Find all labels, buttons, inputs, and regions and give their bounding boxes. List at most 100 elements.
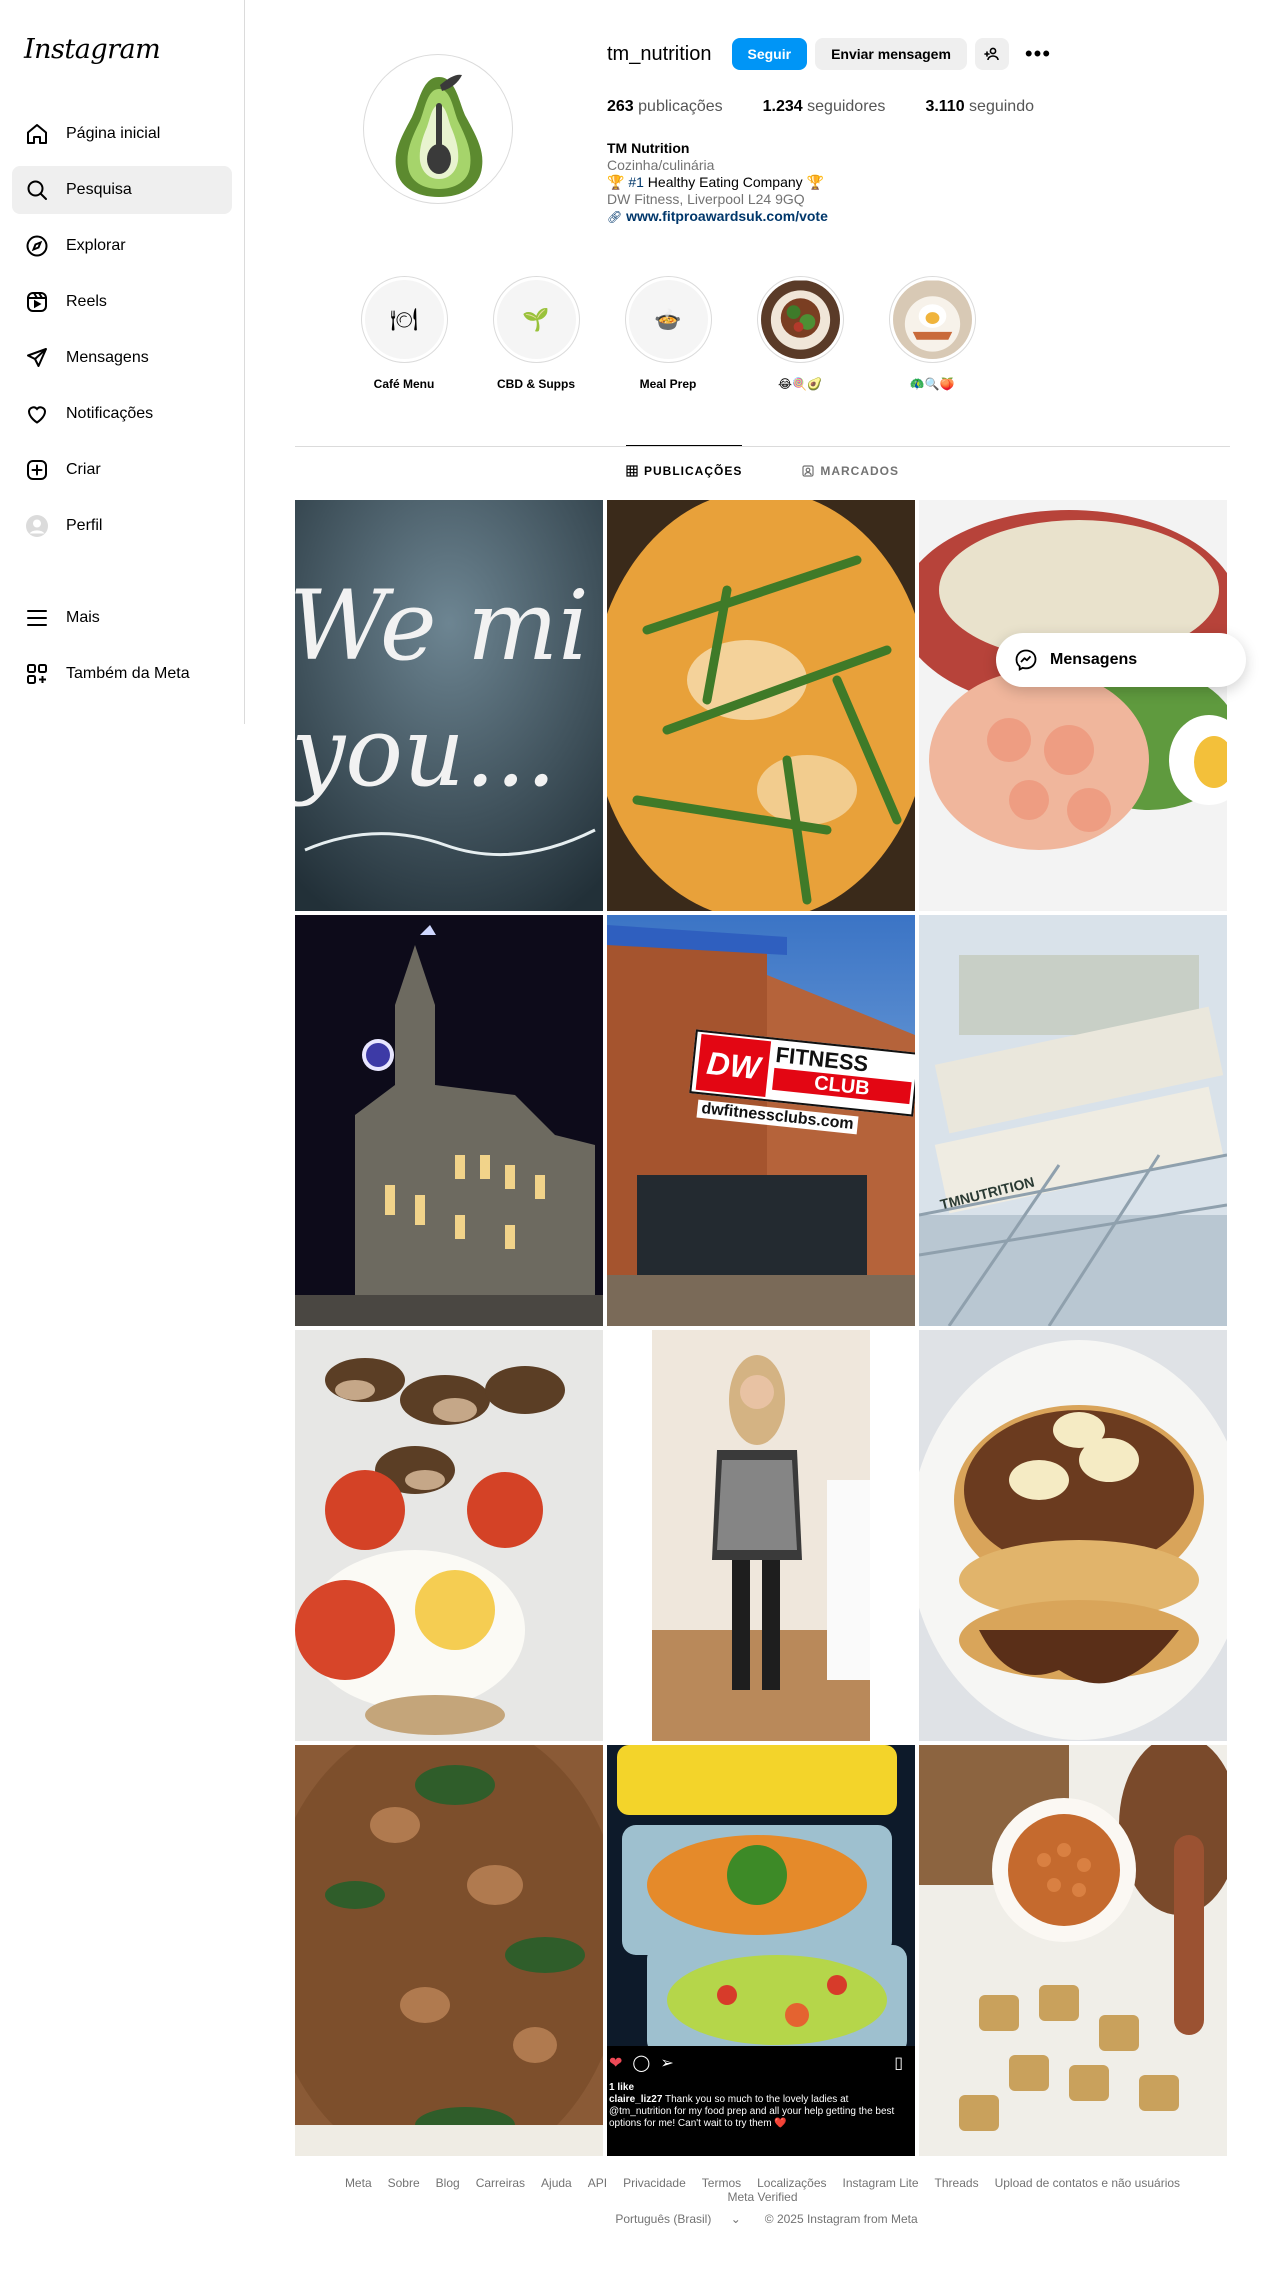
sidebar-item-home[interactable]: Página inicial (12, 110, 232, 158)
language-select[interactable]: Português (Brasil) ⌄ (607, 2212, 748, 2226)
highlight-ring (756, 276, 844, 363)
avatar-icon (24, 513, 50, 539)
apps-icon (24, 661, 50, 687)
highlight-meal-prep[interactable]: 🍲 Meal Prep (602, 276, 734, 391)
post-tile[interactable] (295, 1330, 603, 1741)
profile-avatar[interactable] (363, 54, 513, 204)
sidebar-item-label: Criar (66, 461, 101, 478)
plus-square-icon (24, 457, 50, 483)
floating-messages-button[interactable]: Mensagens (996, 633, 1246, 687)
prawn-salad-image (919, 500, 1227, 911)
chevron-down-icon: ⌄ (730, 2212, 741, 2226)
breakfast-plate-image (295, 1330, 603, 1741)
sidebar-item-label: Mensagens (66, 349, 149, 366)
instagram-logo[interactable]: Instagram (24, 34, 161, 65)
posts-label: publicações (638, 98, 723, 115)
sidebar-item-more[interactable]: Mais (12, 594, 232, 642)
floating-messages-label: Mensagens (1050, 651, 1138, 668)
post-tile[interactable] (919, 1745, 1227, 2156)
salad-plate-image (760, 280, 840, 359)
bio-address: DW Fitness, Liverpool L24 9GQ (607, 191, 805, 207)
sidebar-item-notifications[interactable]: Notificações (12, 390, 232, 438)
stat-following[interactable]: 3.110 seguindo (925, 98, 1034, 116)
follow-button[interactable]: Seguir (731, 38, 808, 70)
sidebar-item-search[interactable]: Pesquisa (12, 166, 232, 214)
sidebar: Instagram Página inicial Pesquisa Explor… (0, 0, 245, 724)
tab-tagged-label: MARCADOS (820, 464, 899, 478)
highlight-label: Meal Prep (639, 377, 697, 391)
highlight-ring: 🍽 (360, 276, 448, 363)
sidebar-item-label: Notificações (66, 405, 154, 422)
footer-link[interactable]: Blog (436, 2176, 460, 2190)
curry-image (607, 500, 915, 911)
footer-link[interactable]: Ajuda (541, 2176, 572, 2190)
footer-bottom: Português (Brasil) ⌄ © 2025 Instagram fr… (295, 2212, 1230, 2226)
profile-tabs: PUBLICAÇÕES MARCADOS (295, 445, 1230, 496)
footer-link[interactable]: Meta Verified (727, 2190, 797, 2204)
search-icon (24, 177, 50, 203)
footer-link[interactable]: Meta (345, 2176, 372, 2190)
footer-link[interactable]: Termos (702, 2176, 741, 2190)
following-label: seguindo (969, 98, 1034, 115)
footer-link[interactable]: Upload de contatos e não usuários (995, 2176, 1180, 2190)
footer-link[interactable]: Localizações (757, 2176, 826, 2190)
sidebar-item-also-from-meta[interactable]: Também da Meta (12, 650, 232, 698)
post-tile[interactable]: TMNUTRITION (919, 915, 1227, 1326)
menu-icon (24, 605, 50, 631)
copyright: © 2025 Instagram from Meta (764, 2212, 918, 2226)
footer-link[interactable]: Instagram Lite (843, 2176, 919, 2190)
highlight-emoji-2[interactable]: 🦚🔍🍑 (866, 276, 998, 391)
post-tile[interactable]: ❤︎ ◯ ➢ ▯ 1 like claire_liz27 Thank you s… (607, 1745, 915, 2156)
post-tile[interactable]: We mi you... (295, 500, 603, 911)
footer-link[interactable]: Threads (935, 2176, 979, 2190)
footer-link[interactable]: Sobre (388, 2176, 420, 2190)
tab-posts[interactable]: PUBLICAÇÕES (625, 445, 743, 496)
post-tile[interactable]: DW FITNESS CLUB dwfitnessclubs.com (607, 915, 915, 1326)
post-tile[interactable] (919, 1330, 1227, 1741)
heart-icon (24, 401, 50, 427)
sidebar-item-create[interactable]: Criar (12, 446, 232, 494)
highlight-cafe-menu[interactable]: 🍽 Café Menu (338, 276, 470, 391)
post-tile[interactable] (295, 1745, 603, 2156)
highlight-label: CBD & Supps (497, 377, 575, 391)
like-count: 1 like (609, 2082, 635, 2093)
footer-link[interactable]: Privacidade (623, 2176, 686, 2190)
sidebar-item-label: Pesquisa (66, 181, 132, 198)
highlight-cover-food-photo (892, 280, 972, 359)
footer-link[interactable]: API (588, 2176, 607, 2190)
sidebar-item-label: Reels (66, 293, 107, 310)
tab-tagged[interactable]: MARCADOS (802, 446, 899, 496)
highlight-emoji-1[interactable]: 😂🍭🥑 (734, 276, 866, 391)
highlight-ring: 🍲 (624, 276, 712, 363)
gym-sign-logo: DW (695, 1034, 772, 1098)
comment-overlay: ❤︎ ◯ ➢ ▯ 1 like claire_liz27 Thank you s… (607, 2046, 915, 2156)
post-tile[interactable] (607, 1330, 915, 1741)
bio-link[interactable]: www.fitproawardsuk.com/vote (626, 208, 828, 224)
sidebar-item-messages[interactable]: Mensagens (12, 334, 232, 382)
suggest-people-button[interactable] (974, 38, 1009, 70)
post-tile[interactable] (607, 500, 915, 911)
add-person-icon (984, 47, 999, 61)
more-options-icon[interactable]: ••• (1025, 41, 1051, 67)
messenger-icon (1015, 649, 1037, 672)
bio-hashtag[interactable]: #1 (628, 174, 644, 190)
stat-followers[interactable]: 1.234 seguidores (763, 98, 886, 116)
bookmark-icon: ▯ (894, 2055, 903, 2072)
sidebar-item-profile[interactable]: Perfil (12, 502, 232, 550)
avocado-logo (395, 74, 483, 197)
post-tile[interactable] (295, 915, 603, 1326)
bio-link-row[interactable]: 🔗︎ www.fitproawardsuk.com/vote (607, 208, 828, 226)
footer-link[interactable]: Carreiras (476, 2176, 525, 2190)
post-actions: ❤︎ ◯ ➢ ▯ (609, 2054, 913, 2074)
stat-posts[interactable]: 263 publicações (607, 98, 723, 116)
sidebar-item-reels[interactable]: Reels (12, 278, 232, 326)
highlight-cbd-supps[interactable]: 🌱 CBD & Supps (470, 276, 602, 391)
sidebar-item-explore[interactable]: Explorar (12, 222, 232, 270)
post-tile[interactable] (919, 500, 1227, 911)
bio-category: Cozinha/culinária (607, 157, 715, 173)
highlight-label: 😂🍭🥑 (778, 377, 822, 391)
egg-plate-image (892, 280, 972, 359)
send-message-button[interactable]: Enviar mensagem (815, 38, 967, 70)
bowl-icon: 🍲 (628, 280, 708, 359)
liver-building-image (295, 915, 603, 1326)
